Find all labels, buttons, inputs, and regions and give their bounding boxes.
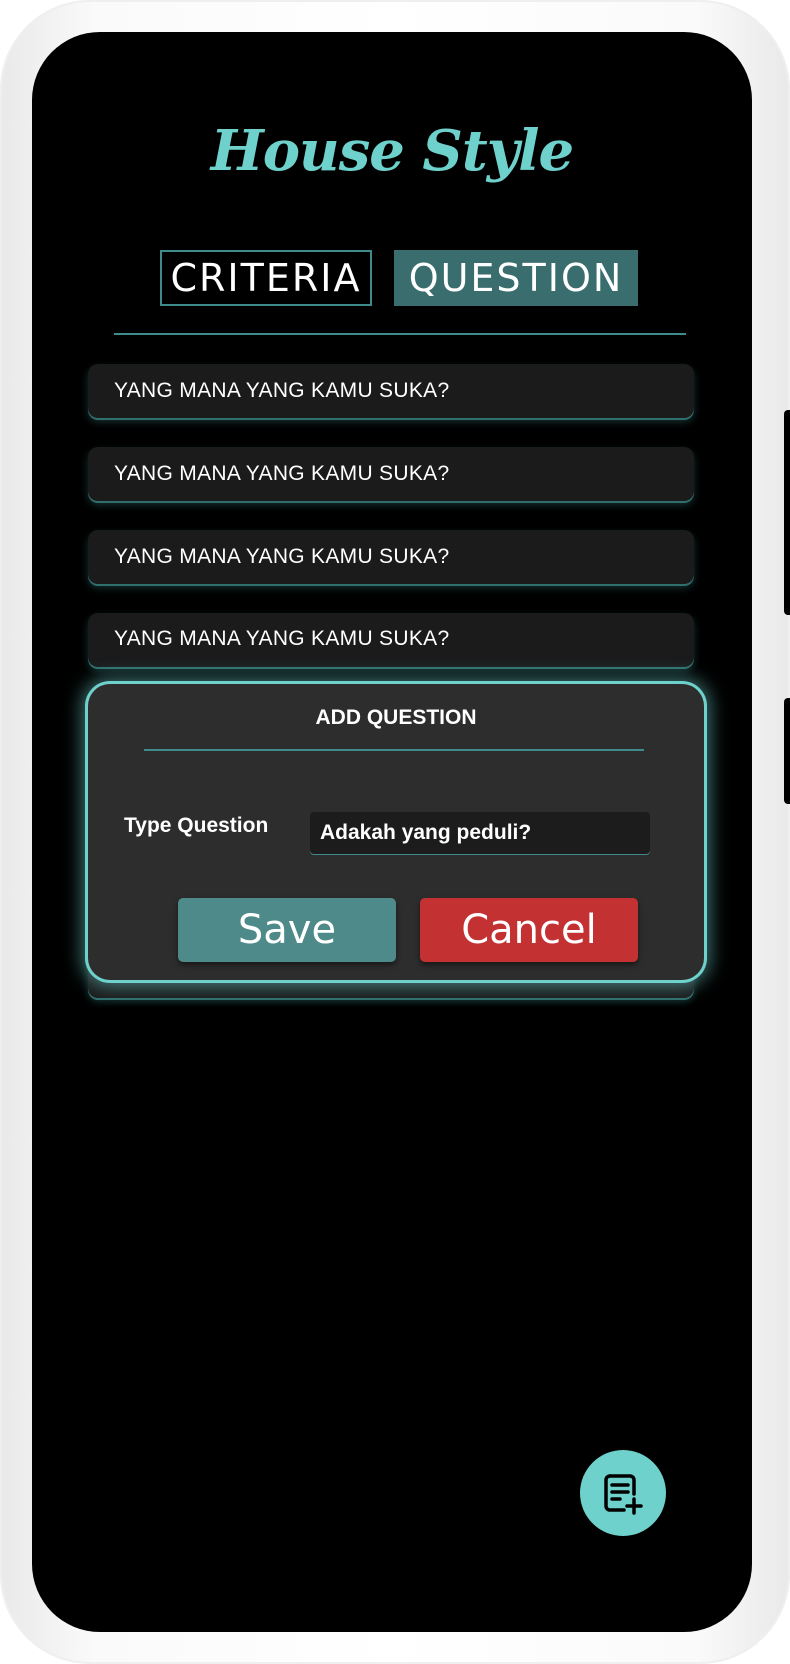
question-input[interactable]: Adakah yang peduli?	[310, 812, 650, 854]
add-note-icon	[604, 1474, 643, 1515]
add-question-dialog: ADD QUESTION Type Question Adakah yang p…	[88, 684, 704, 980]
volume-button	[784, 410, 790, 615]
dialog-title: ADD QUESTION	[315, 706, 477, 729]
question-item[interactable]: YANG MANA YANG KAMU SUKA?	[88, 364, 694, 418]
add-question-fab[interactable]	[580, 1450, 666, 1536]
power-button	[784, 698, 790, 804]
question-field-label: Type Question	[124, 814, 269, 837]
save-button[interactable]: Save	[178, 898, 396, 962]
cancel-button[interactable]: Cancel	[420, 898, 638, 962]
dialog-divider	[144, 749, 644, 751]
app-screen: House Style CRITERIA QUESTION YANG MANA …	[32, 32, 752, 1632]
question-item[interactable]: YANG MANA YANG KAMU SUKA?	[88, 447, 694, 501]
question-item[interactable]: YANG MANA YANG KAMU SUKA?	[88, 530, 694, 584]
question-item[interactable]: YANG MANA YANG KAMU SUKA?	[88, 613, 694, 667]
